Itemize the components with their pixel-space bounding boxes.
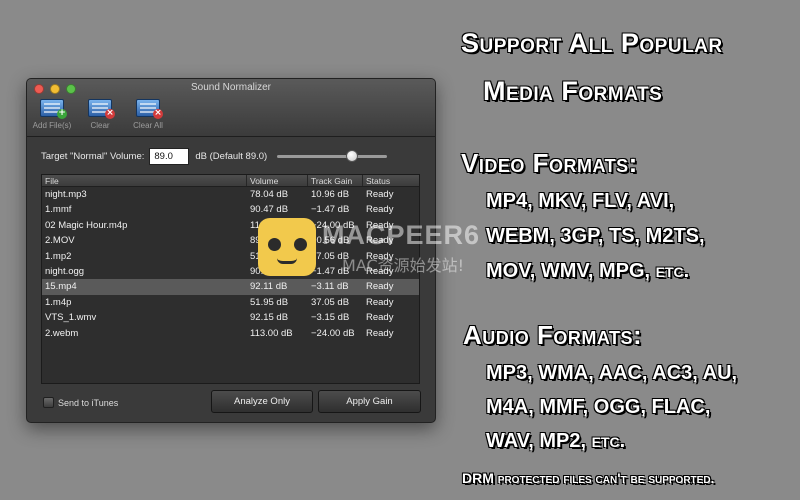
add-file-icon: + bbox=[40, 99, 67, 119]
clear-label: Clear bbox=[90, 121, 110, 130]
clear-all-icon: × bbox=[136, 99, 163, 119]
bottom-bar: Send to iTunes Analyze Only Apply Gain bbox=[41, 390, 421, 420]
cell-file: 2.MOV bbox=[45, 235, 75, 247]
cell-status: Ready bbox=[366, 235, 394, 247]
cell-status: Ready bbox=[366, 281, 394, 293]
cell-track-gain: −3.11 dB bbox=[311, 281, 349, 293]
video-formats-title: Video Formats: bbox=[461, 148, 638, 178]
target-volume-label: Target "Normal" Volume: bbox=[41, 150, 145, 162]
target-volume-row: Target "Normal" Volume: dB (Default 89.0… bbox=[41, 147, 421, 165]
cell-status: Ready bbox=[366, 204, 394, 216]
table-row[interactable]: night.ogg 90.47 dB −1.47 dB Ready bbox=[42, 264, 419, 279]
cell-track-gain: 37.05 dB bbox=[311, 296, 350, 308]
cell-volume: 90.47 dB bbox=[250, 265, 289, 277]
table-row[interactable]: night.mp3 78.04 dB 10.96 dB Ready bbox=[42, 187, 419, 202]
table-row[interactable]: 15.mp4 92.11 dB −3.11 dB Ready bbox=[42, 279, 419, 295]
table-row[interactable]: 2.MOV 89.56 dB −0.56 dB Ready bbox=[42, 233, 419, 248]
window-content: Target "Normal" Volume: dB (Default 89.0… bbox=[27, 137, 435, 420]
cell-track-gain: −24.00 dB bbox=[311, 219, 355, 231]
apply-gain-button[interactable]: Apply Gain bbox=[318, 390, 421, 413]
cell-track-gain: −1.47 dB bbox=[311, 265, 350, 277]
cell-volume: 92.15 dB bbox=[250, 312, 289, 324]
app-window: Sound Normalizer + Add File(s) × Clear ×… bbox=[26, 78, 436, 423]
cell-file: 02 Magic Hour.m4p bbox=[45, 219, 128, 231]
send-to-itunes-label: Send to iTunes bbox=[58, 397, 119, 408]
target-volume-input[interactable] bbox=[149, 147, 190, 165]
column-header-status[interactable]: Status bbox=[363, 175, 419, 186]
cell-status: Ready bbox=[366, 265, 394, 277]
file-table: File Volume Track Gain Status night.mp3 7… bbox=[41, 174, 420, 384]
cell-status: Ready bbox=[366, 219, 394, 231]
cell-volume: 51.95 dB bbox=[250, 296, 289, 308]
cell-file: 1.mmf bbox=[45, 204, 72, 216]
table-row[interactable]: VTS_1.wmv 92.15 dB −3.15 dB Ready bbox=[42, 310, 419, 325]
table-row[interactable]: 02 Magic Hour.m4p 113.00 dB −24.00 dB Ready bbox=[42, 218, 419, 233]
plus-badge: + bbox=[57, 108, 67, 119]
cell-track-gain: 37.05 dB bbox=[311, 250, 350, 262]
cell-track-gain: −24.00 dB bbox=[311, 327, 355, 339]
video-formats-line-1: MP4, MKV, FLV, AVI, bbox=[486, 190, 675, 212]
cell-status: Ready bbox=[366, 327, 394, 339]
target-volume-suffix: dB (Default 89.0) bbox=[195, 150, 268, 162]
cell-volume: 89.56 dB bbox=[250, 235, 289, 247]
audio-formats-title: Audio Formats: bbox=[463, 320, 643, 350]
column-header-volume[interactable]: Volume bbox=[247, 175, 308, 186]
remove-all-badge: × bbox=[153, 108, 163, 119]
video-formats-line-2: WEBM, 3GP, TS, M2TS, bbox=[486, 225, 705, 247]
table-body: night.mp3 78.04 dB 10.96 dB Ready 1.mmf 90.47… bbox=[42, 187, 419, 341]
remove-badge: × bbox=[105, 108, 115, 119]
cell-volume: 78.04 dB bbox=[250, 189, 289, 200]
cell-track-gain: −0.56 dB bbox=[311, 235, 350, 247]
drm-note: DRM protected files can't be supported. bbox=[462, 470, 715, 486]
table-header: File Volume Track Gain Status bbox=[42, 175, 419, 187]
clear-all-label: Clear All bbox=[133, 121, 163, 130]
video-formats-line-3: MOV, WMV, MPG, etc. bbox=[486, 260, 690, 282]
audio-formats-line-2: M4A, MMF, OGG, FLAC, bbox=[486, 396, 711, 418]
headline-line-2: Media Formats bbox=[483, 76, 663, 106]
toolbar: + Add File(s) × Clear × Clear All bbox=[31, 99, 169, 130]
audio-formats-line-3: WAV, MP2, etc. bbox=[486, 430, 626, 452]
slider-track bbox=[277, 155, 388, 158]
cell-track-gain: −1.47 dB bbox=[311, 204, 350, 216]
column-header-file[interactable]: File bbox=[42, 175, 247, 186]
table-row[interactable]: 1.m4p 51.95 dB 37.05 dB Ready bbox=[42, 295, 419, 310]
cell-file: 1.m4p bbox=[45, 296, 72, 308]
target-volume-slider[interactable] bbox=[277, 149, 388, 163]
add-files-button[interactable]: + Add File(s) bbox=[31, 99, 73, 130]
cell-file: night.mp3 bbox=[45, 189, 87, 200]
table-row[interactable]: 1.mp2 51.95 dB 37.05 dB Ready bbox=[42, 249, 419, 264]
cell-file: night.ogg bbox=[45, 265, 85, 277]
clear-button[interactable]: × Clear bbox=[79, 99, 121, 130]
column-header-track-gain[interactable]: Track Gain bbox=[308, 175, 363, 186]
headline-line-1: Support All Popular bbox=[461, 28, 723, 58]
cell-status: Ready bbox=[366, 189, 394, 200]
titlebar: Sound Normalizer + Add File(s) × Clear ×… bbox=[27, 79, 435, 137]
cell-volume: 92.11 dB bbox=[250, 281, 288, 293]
cell-volume: 90.47 dB bbox=[250, 204, 289, 216]
cell-file: VTS_1.wmv bbox=[45, 312, 97, 324]
add-files-label: Add File(s) bbox=[32, 121, 72, 130]
window-title: Sound Normalizer bbox=[190, 82, 272, 93]
send-to-itunes-checkbox[interactable] bbox=[43, 397, 54, 408]
cell-status: Ready bbox=[366, 250, 394, 262]
cell-file: 2.webm bbox=[45, 327, 79, 339]
audio-formats-line-1: MP3, WMA, AAC, AC3, AU, bbox=[486, 362, 738, 384]
cell-status: Ready bbox=[366, 312, 394, 324]
table-row[interactable]: 1.mmf 90.47 dB −1.47 dB Ready bbox=[42, 202, 419, 217]
analyze-only-button[interactable]: Analyze Only bbox=[211, 390, 313, 413]
clear-icon: × bbox=[88, 99, 115, 119]
cell-file: 15.mp4 bbox=[45, 281, 77, 293]
cell-track-gain: 10.96 dB bbox=[311, 189, 350, 200]
cell-track-gain: −3.15 dB bbox=[311, 312, 350, 324]
send-to-itunes-option[interactable]: Send to iTunes bbox=[43, 397, 118, 408]
cell-volume: 51.95 dB bbox=[250, 250, 289, 262]
clear-all-button[interactable]: × Clear All bbox=[127, 99, 169, 130]
cell-volume: 113.00 dB bbox=[250, 327, 293, 339]
cell-volume: 113.00 dB bbox=[250, 219, 293, 231]
slider-thumb[interactable] bbox=[346, 150, 358, 162]
table-row[interactable]: 2.webm 113.00 dB −24.00 dB Ready bbox=[42, 326, 419, 341]
cell-status: Ready bbox=[366, 296, 394, 308]
cell-file: 1.mp2 bbox=[45, 250, 72, 262]
